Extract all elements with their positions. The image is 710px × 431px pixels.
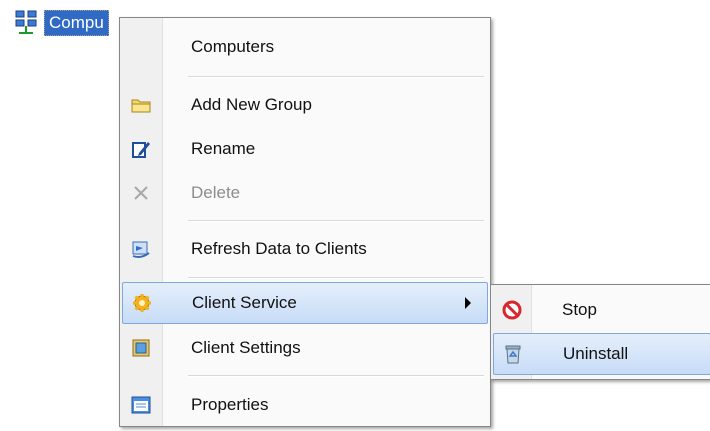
menu-item-label: Client Settings [191, 338, 301, 357]
submenu-item-stop[interactable]: Stop [493, 289, 710, 331]
menu-separator [188, 76, 484, 78]
menu-separator [188, 220, 484, 222]
menu-separator [188, 375, 484, 377]
menu-item-properties[interactable]: Properties [122, 384, 488, 426]
client-settings-icon [130, 337, 152, 359]
menu-item-delete[interactable]: Delete [122, 172, 488, 214]
rename-pencil-icon [130, 138, 152, 160]
submenu-item-uninstall[interactable]: Uninstall [493, 333, 710, 375]
menu-item-label: Delete [191, 183, 241, 202]
menu-item-refresh-data[interactable]: Refresh Data to Clients [122, 228, 488, 270]
menu-item-computers[interactable]: Computers [122, 26, 488, 68]
properties-icon [130, 394, 152, 416]
menu-item-client-settings[interactable]: Client Settings [122, 327, 488, 369]
menu-item-label: Stop [562, 300, 597, 319]
gear-icon [131, 292, 153, 314]
computers-tree-node[interactable]: Compu [14, 8, 109, 38]
submenu-arrow-icon [465, 297, 471, 309]
tree-node-label[interactable]: Compu [44, 10, 109, 36]
computer-group-icon [15, 10, 37, 34]
menu-item-label: Client Service [192, 293, 297, 312]
menu-item-label: Refresh Data to Clients [191, 239, 367, 258]
menu-item-client-service[interactable]: Client Service [122, 282, 488, 324]
menu-item-label: Add New Group [191, 95, 312, 114]
refresh-data-icon [130, 238, 152, 260]
menu-item-label: Computers [191, 37, 275, 56]
client-service-submenu: Stop Uninstall [490, 284, 710, 380]
delete-x-icon [130, 182, 152, 204]
menu-item-label: Properties [191, 395, 269, 414]
menu-item-rename[interactable]: Rename [122, 128, 488, 170]
menu-separator [188, 277, 484, 279]
menu-item-add-new-group[interactable]: Add New Group [122, 84, 488, 126]
recycle-bin-icon [502, 343, 524, 365]
context-menu: Computers Add New Group Rename Delete Re… [119, 17, 491, 427]
menu-item-label: Uninstall [563, 344, 629, 363]
stop-icon [501, 299, 523, 321]
menu-item-label: Rename [191, 139, 256, 158]
folder-icon [130, 94, 152, 116]
